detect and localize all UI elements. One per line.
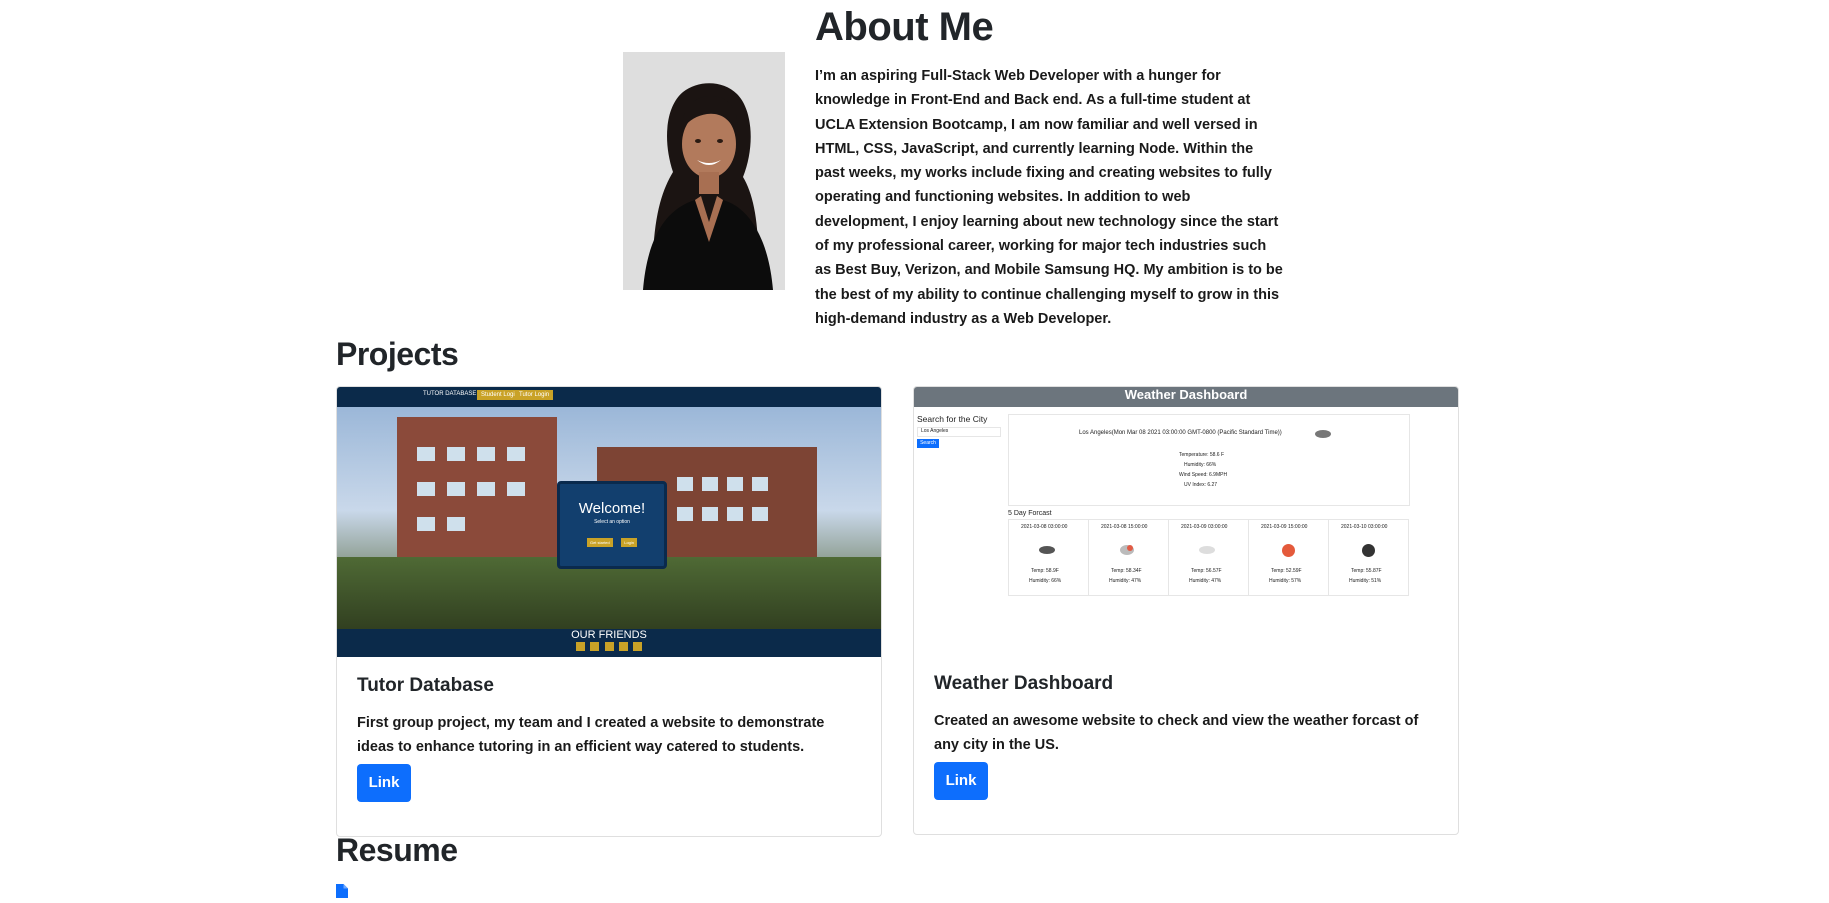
project-card-tutor-database: TUTOR DATABASE Student Login Tutor Login… bbox=[336, 386, 882, 837]
card-title-weather: Weather Dashboard bbox=[934, 673, 1114, 694]
tutor-login-button: Login bbox=[621, 538, 638, 547]
window bbox=[477, 482, 495, 496]
forecast-day: 2021-03-08 03:00:00 Temp: 58.9F Humidity… bbox=[1008, 519, 1089, 596]
project-screenshot-weather: Weather Dashboard Search for the City Lo… bbox=[914, 387, 1458, 655]
resume-title: Resume bbox=[336, 832, 458, 868]
friend-icon bbox=[576, 642, 586, 651]
trees bbox=[337, 557, 881, 637]
card-title-tutor: Tutor Database bbox=[357, 675, 494, 696]
card-description-weather: Created an awesome website to check and … bbox=[934, 713, 1419, 753]
forecast-date: 2021-03-10 03:00:00 bbox=[1341, 524, 1388, 530]
weather-wind: Wind Speed: 6.9MPH bbox=[1179, 472, 1228, 478]
weather-current-box: Los Angeles(Mon Mar 08 2021 03:00:00 GMT… bbox=[1008, 414, 1410, 506]
resume-file-icon[interactable] bbox=[336, 884, 348, 900]
moon-icon bbox=[1362, 544, 1375, 557]
window bbox=[702, 477, 718, 491]
window bbox=[417, 517, 435, 531]
forecast-humidity: Humidity: 66% bbox=[1029, 578, 1062, 584]
window bbox=[677, 507, 693, 521]
forecast-temp: Temp: 58.9F bbox=[1031, 568, 1059, 574]
window bbox=[417, 482, 435, 496]
weather-humidity: Humidity: 66% bbox=[1184, 462, 1217, 468]
forecast-humidity: Humidity: 51% bbox=[1349, 578, 1382, 584]
forecast-humidity: Humidity: 57% bbox=[1269, 578, 1302, 584]
forecast-day: 2021-03-08 15:00:00 Temp: 58.34F Humidit… bbox=[1088, 519, 1169, 596]
forecast-date: 2021-03-09 15:00:00 bbox=[1261, 524, 1308, 530]
forecast-humidity: Humidity: 47% bbox=[1109, 578, 1142, 584]
forecast-date: 2021-03-08 15:00:00 bbox=[1101, 524, 1148, 530]
window bbox=[727, 507, 743, 521]
window bbox=[447, 517, 465, 531]
projects-title: Projects bbox=[336, 336, 459, 372]
about-title: About Me bbox=[815, 5, 994, 49]
window bbox=[447, 447, 465, 461]
forecast-temp: Temp: 58.34F bbox=[1111, 568, 1142, 574]
window bbox=[477, 447, 495, 461]
window bbox=[752, 477, 768, 491]
tutor-footer-title: OUR FRIENDS bbox=[571, 629, 647, 641]
forecast-temp: Temp: 56.57F bbox=[1191, 568, 1222, 574]
forecast-humidity: Humidity: 47% bbox=[1189, 578, 1222, 584]
card-body-tutor: Tutor Database First group project, my t… bbox=[357, 675, 861, 802]
weather-search-label: Search for the City bbox=[917, 414, 988, 424]
forecast-temp: Temp: 52.59F bbox=[1271, 568, 1302, 574]
tutor-nav-tutor-button: Tutor Login bbox=[515, 390, 554, 400]
weather-uv: UV Index: 6.27 bbox=[1184, 482, 1218, 488]
cloud-icon bbox=[1315, 430, 1331, 438]
friend-icon bbox=[590, 642, 600, 651]
tutor-nav-brand: TUTOR DATABASE bbox=[423, 391, 477, 397]
window bbox=[447, 482, 465, 496]
forecast-date: 2021-03-08 03:00:00 bbox=[1021, 524, 1068, 530]
window bbox=[677, 477, 693, 491]
card-body-weather: Weather Dashboard Created an awesome web… bbox=[934, 673, 1438, 800]
weather-current-city: Los Angeles(Mon Mar 08 2021 03:00:00 GMT… bbox=[1079, 430, 1282, 436]
forecast-day: 2021-03-10 03:00:00 Temp: 55.87F Humidit… bbox=[1328, 519, 1409, 596]
profile-photo bbox=[623, 52, 785, 290]
cloud-icon bbox=[1199, 546, 1215, 554]
weather-search-button: Search bbox=[917, 439, 939, 448]
cloud-icon bbox=[1120, 545, 1134, 555]
project-screenshot-tutor: TUTOR DATABASE Student Login Tutor Login… bbox=[337, 387, 881, 657]
window bbox=[507, 447, 525, 461]
forecast-temp: Temp: 55.87F bbox=[1351, 568, 1382, 574]
friend-icon bbox=[604, 642, 614, 651]
forecast-date: 2021-03-09 03:00:00 bbox=[1181, 524, 1228, 530]
window bbox=[417, 447, 435, 461]
tutor-welcome-box: Welcome! Select an option Get started Lo… bbox=[557, 481, 667, 569]
cloud-icon bbox=[1039, 546, 1055, 554]
sun-icon bbox=[1282, 544, 1295, 557]
tutor-welcome-subtext: Select an option bbox=[594, 519, 630, 525]
tutor-navbar: TUTOR DATABASE Student Login Tutor Login bbox=[337, 387, 881, 407]
tutor-link-button[interactable]: Link bbox=[357, 764, 411, 802]
friend-icon bbox=[632, 642, 642, 651]
friend-icon bbox=[618, 642, 628, 651]
window bbox=[507, 482, 525, 496]
window bbox=[752, 507, 768, 521]
weather-temperature: Temperature: 58.6 F bbox=[1179, 452, 1225, 458]
tutor-footer: OUR FRIENDS bbox=[337, 629, 881, 657]
weather-header: Weather Dashboard bbox=[914, 387, 1458, 407]
window bbox=[727, 477, 743, 491]
file-icon bbox=[336, 884, 348, 900]
window bbox=[702, 507, 718, 521]
card-description-tutor: First group project, my team and I creat… bbox=[357, 715, 825, 755]
forecast-day: 2021-03-09 15:00:00 Temp: 52.59F Humidit… bbox=[1248, 519, 1329, 596]
weather-link-button[interactable]: Link bbox=[934, 762, 988, 800]
project-card-weather-dashboard: Weather Dashboard Search for the City Lo… bbox=[913, 386, 1459, 835]
weather-search-input: Los Angeles bbox=[917, 427, 1001, 437]
forecast-day: 2021-03-09 03:00:00 Temp: 56.57F Humidit… bbox=[1168, 519, 1249, 596]
tutor-get-started-button: Get started bbox=[586, 538, 613, 547]
profile-photo-illustration bbox=[623, 52, 785, 290]
forecast-label: 5 Day Forcast bbox=[1008, 510, 1052, 517]
tutor-welcome-text: Welcome! bbox=[578, 500, 646, 517]
weather-search-value: Los Angeles bbox=[921, 428, 949, 434]
about-bio: I’m an aspiring Full-Stack Web Developer… bbox=[815, 68, 1283, 327]
